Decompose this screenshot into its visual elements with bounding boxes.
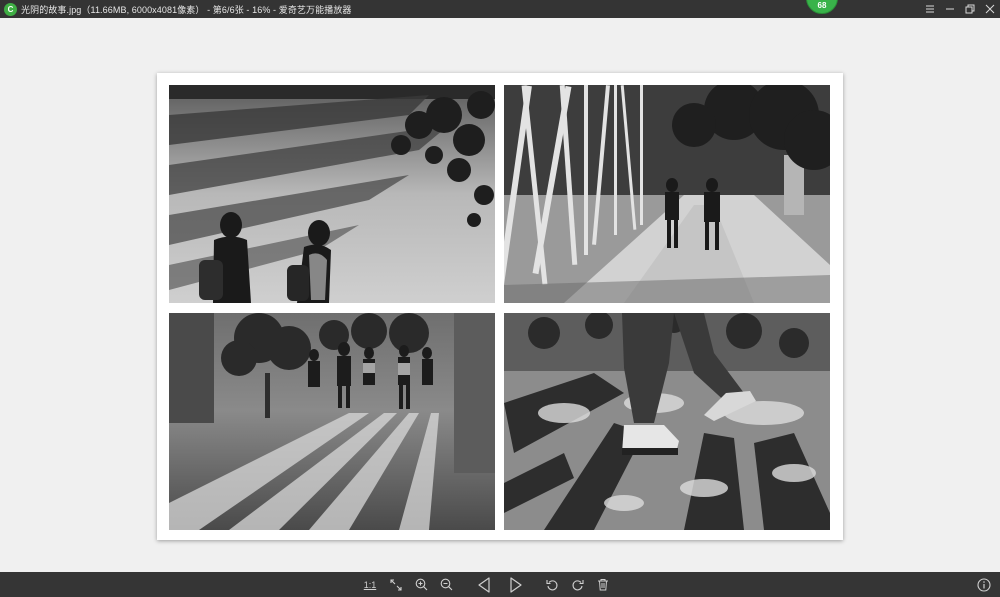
zoom-out-button[interactable] [437,575,455,594]
photo-students-walkway [169,313,495,530]
next-image-button[interactable] [506,575,526,594]
previous-image-button[interactable] [474,575,494,594]
info-icon [977,577,991,592]
rotate-right-icon [572,580,584,591]
rotate-right-button[interactable] [568,575,586,594]
window-controls [920,0,1000,18]
fit-window-button[interactable] [387,575,405,594]
rotate-left-button[interactable] [543,575,561,594]
actual-size-button[interactable]: 1:1 [361,575,379,594]
minimize-button[interactable] [940,0,960,18]
rotate-left-icon [545,580,557,591]
photo-collage[interactable] [157,73,843,540]
notification-badge[interactable]: 68 [806,0,838,14]
actual-size-label: 1:1 [363,579,377,590]
zoom-out-icon [440,578,452,591]
restore-icon [965,4,975,14]
zoom-in-icon [415,578,427,591]
title-bar: C 光阴的故事.jpg（11.66MB, 6000x4081像素） - 第6/6… [0,0,1000,18]
photo-birch-path [504,85,830,303]
menu-button[interactable] [920,0,940,18]
chevron-right-icon [510,576,522,593]
photo-sneaker-shadows [504,313,830,530]
photo-wall-shadows [169,85,495,303]
fit-window-icon [390,578,402,591]
bottom-toolbar: 1:1 [0,572,1000,597]
trash-icon [598,579,608,591]
zoom-in-button[interactable] [412,575,430,594]
info-button[interactable] [974,575,994,594]
minimize-icon [946,8,954,10]
image-canvas[interactable] [0,18,1000,572]
restore-button[interactable] [960,0,980,18]
close-icon [985,4,995,14]
chevron-left-icon [478,576,490,593]
window-title: 光阴的故事.jpg（11.66MB, 6000x4081像素） - 第6/6张 … [21,4,352,15]
delete-button[interactable] [594,575,612,594]
app-logo-icon: C [4,2,17,16]
close-button[interactable] [980,0,1000,18]
menu-icon [926,5,934,13]
